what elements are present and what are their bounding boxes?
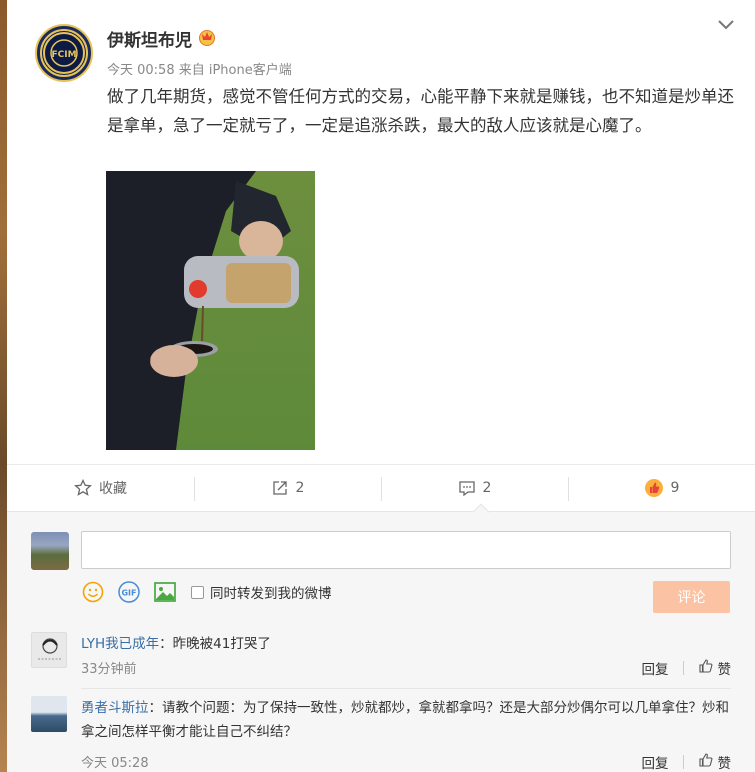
comment-ops: 回复 赞	[642, 752, 732, 772]
post-text: 做了几年期货，感觉不管任何方式的交易，心能平静下来就是赚钱，也不知道是炒单还是拿…	[107, 87, 734, 135]
comment-item: LYH我已成年：昨晚被41打哭了 33分钟前 回复 赞	[31, 632, 731, 682]
chevron-down-icon[interactable]	[717, 18, 734, 34]
comment-time: 今天 05:28	[81, 756, 149, 771]
comment-like-label: 赞	[717, 662, 732, 678]
comment-text: 勇者斗斯拉：请教个问题：为了保持一致性，炒就都炒，拿就都拿吗？还是大部分炒偶尔可…	[81, 696, 731, 744]
separator	[682, 755, 684, 769]
reply-button[interactable]: 回复	[642, 752, 669, 772]
commenter-avatar[interactable]	[31, 696, 67, 732]
comment-item: 勇者斗斯拉：请教个问题：为了保持一致性，炒就都炒，拿就都拿吗？还是大部分炒偶尔可…	[31, 696, 731, 772]
like-count: 9	[670, 480, 680, 496]
composer-tools: GIF 同时转发到我的微博	[81, 580, 332, 604]
comment-body: ：昨晚被41打哭了	[159, 636, 271, 652]
comment-input[interactable]	[81, 531, 731, 569]
comment-panel: GIF 同时转发到我的微博 评论 LYH我已成年：昨晚被41打哭了 33分钟前 …	[7, 512, 755, 772]
post-username[interactable]: 伊斯坦布児	[107, 26, 192, 51]
vip-crown-icon[interactable]	[197, 28, 217, 46]
comment-button[interactable]: 2	[381, 465, 568, 511]
star-icon	[74, 479, 92, 497]
gif-icon[interactable]: GIF	[117, 580, 141, 604]
like-button[interactable]: 9	[568, 465, 755, 511]
repost-button[interactable]: 2	[194, 465, 381, 511]
gif-label: GIF	[121, 589, 136, 598]
comment-like-button[interactable]: 赞	[698, 658, 732, 678]
comment-body: ：请教个问题：为了保持一致性，炒就都炒，拿就都拿吗？还是大部分炒偶尔可以几单拿住…	[81, 700, 729, 740]
favorite-button[interactable]: 收藏	[7, 465, 194, 511]
commenter-name[interactable]: LYH我已成年	[81, 636, 159, 652]
comment-divider	[81, 688, 731, 689]
separator	[682, 661, 684, 675]
thumbs-up-icon	[644, 478, 664, 498]
post-action-bar: 收藏 2 2 9	[7, 464, 755, 512]
thumbs-up-outline-icon	[698, 752, 714, 772]
thumbs-up-outline-icon	[698, 658, 714, 678]
comment-icon	[458, 479, 476, 497]
comment-time: 33分钟前	[81, 662, 137, 677]
background-edge	[0, 0, 7, 772]
comment-like-button[interactable]: 赞	[698, 752, 732, 772]
repost-count: 2	[295, 480, 305, 496]
commenter-name[interactable]: 勇者斗斯拉	[81, 700, 149, 716]
comment-ops: 回复 赞	[642, 658, 732, 678]
comment-text: LYH我已成年：昨晚被41打哭了	[81, 632, 731, 656]
comment-like-label: 赞	[717, 756, 732, 772]
svg-text:FCIM: FCIM	[51, 50, 76, 60]
reply-button[interactable]: 回复	[642, 658, 669, 678]
forward-checkbox[interactable]: 同时转发到我的微博	[191, 582, 332, 602]
commenter-avatar[interactable]	[31, 632, 67, 668]
submit-comment-button[interactable]: 评论	[653, 581, 730, 613]
inter-logo: FCIM	[40, 29, 88, 77]
post-meta: 今天 00:58 来自 iPhone客户端	[107, 63, 292, 78]
emoji-icon[interactable]	[81, 580, 105, 604]
weibo-post-card: FCIM 伊斯坦布児 今天 00:58 来自 iPhone客户端 做了几年期货，…	[7, 0, 755, 772]
forward-label: 同时转发到我的微博	[210, 586, 332, 602]
my-avatar[interactable]	[31, 532, 69, 570]
post-photo[interactable]	[106, 171, 315, 450]
user-avatar[interactable]: FCIM	[35, 24, 93, 82]
favorite-label: 收藏	[99, 481, 127, 497]
repost-icon	[271, 479, 289, 497]
image-icon[interactable]	[153, 580, 177, 604]
comment-count: 2	[482, 480, 492, 496]
checkbox-box[interactable]	[191, 585, 204, 599]
